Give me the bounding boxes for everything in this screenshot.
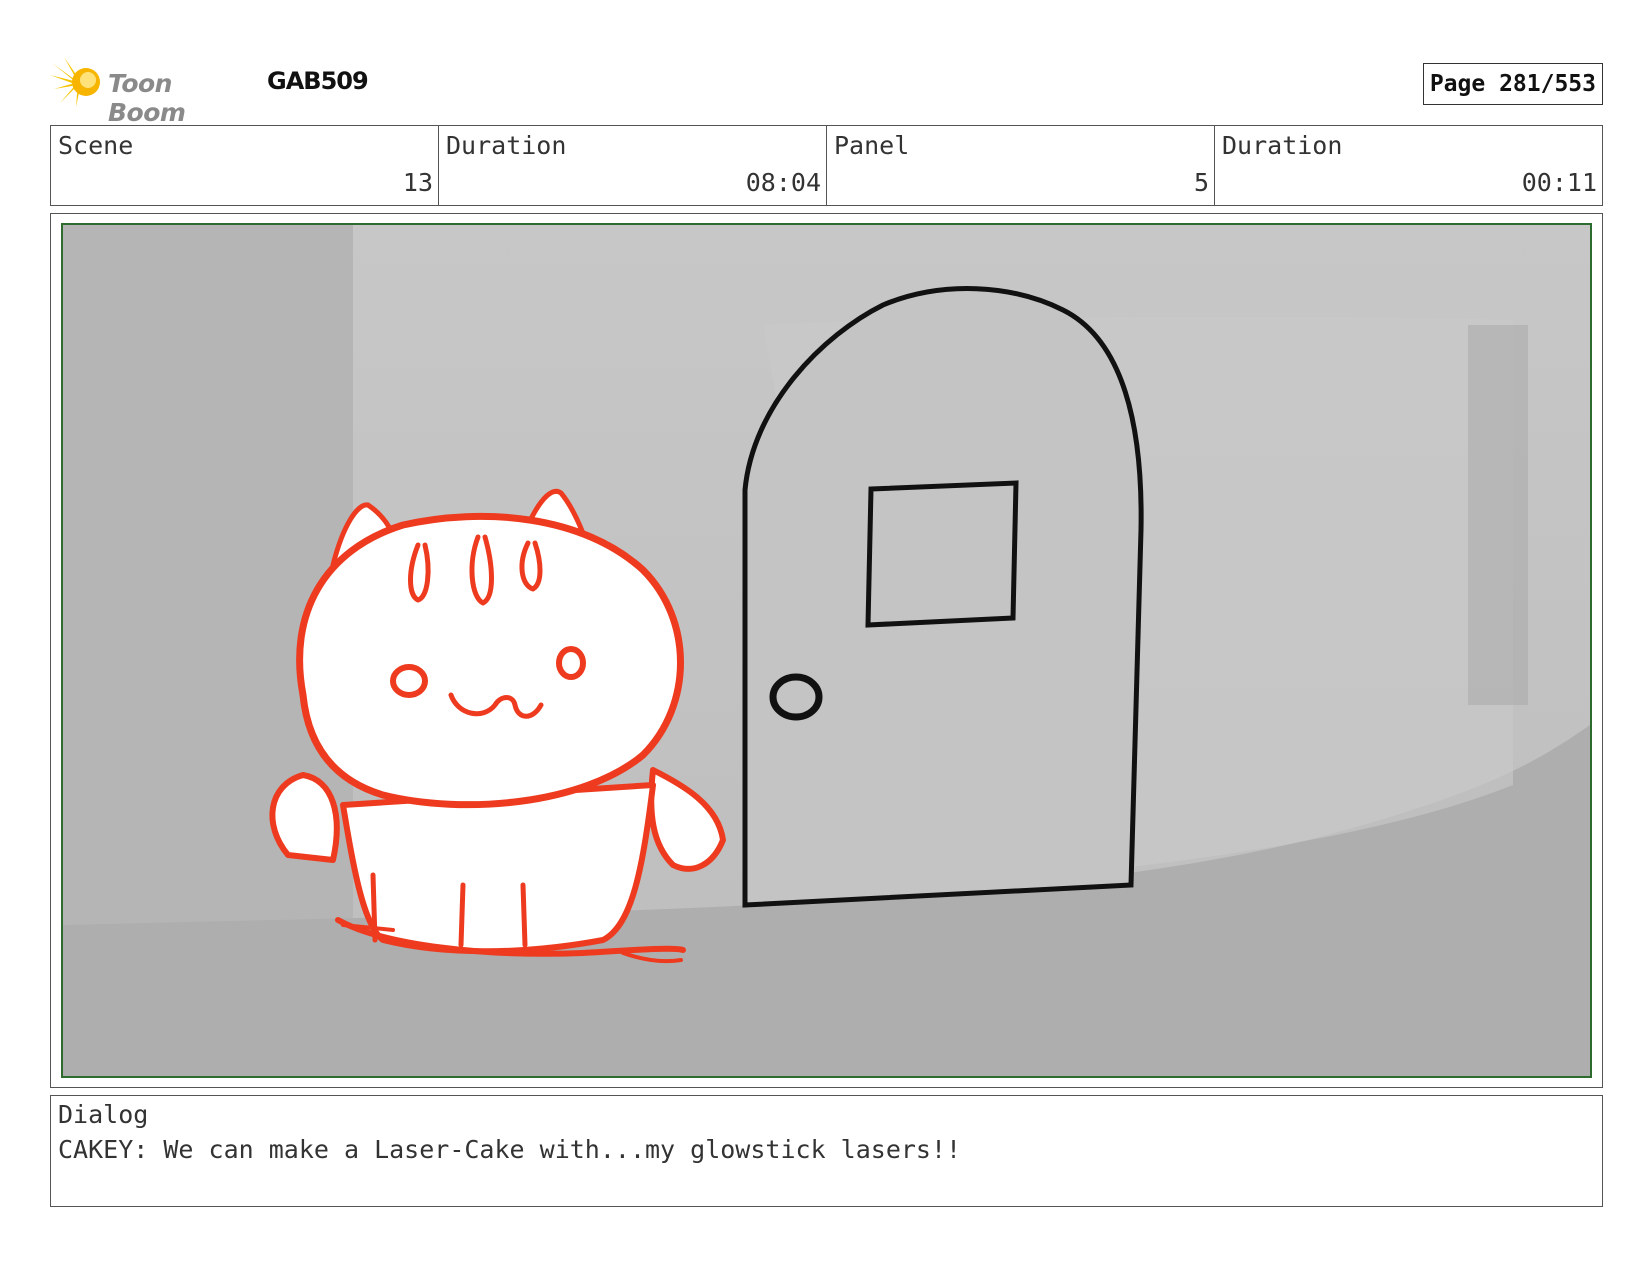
panel-value: 5 — [1193, 168, 1209, 197]
door-sketch — [742, 286, 1144, 908]
panel-duration-cell: Duration 00:11 — [1215, 126, 1602, 205]
panel-cell: Panel 5 — [827, 126, 1215, 205]
scene-duration-cell: Duration 08:04 — [439, 126, 827, 205]
panel-duration-label: Duration — [1222, 131, 1343, 160]
scene-cell: Scene 13 — [51, 126, 439, 205]
panel-duration-value: 00:11 — [1521, 168, 1597, 197]
dialog-text: CAKEY: We can make a Laser-Cake with...m… — [58, 1135, 962, 1164]
scene-label: Scene — [58, 131, 134, 160]
panel-label: Panel — [834, 131, 910, 160]
right-pillar — [1468, 325, 1528, 705]
dialog-box: Dialog CAKEY: We can make a Laser-Cake w… — [50, 1095, 1603, 1207]
project-code: GAB509 — [267, 67, 369, 95]
scene-duration-label: Duration — [446, 131, 567, 160]
scene-value: 13 — [402, 168, 433, 197]
dialog-label: Dialog — [58, 1100, 149, 1129]
toon-boom-logo: Toon Boom — [50, 55, 250, 127]
scene-info-table: Scene 13 Duration 08:04 Panel 5 Duration… — [50, 125, 1603, 206]
page-header: Toon Boom GAB509 Page 281/553 — [50, 55, 1603, 127]
panel-sketch — [63, 225, 1590, 1076]
logo-text: Toon Boom — [108, 69, 186, 127]
storyboard-panel — [50, 213, 1603, 1088]
page-counter: Page 281/553 — [1422, 63, 1603, 105]
starburst-icon — [50, 57, 100, 107]
panel-drawing-area — [61, 223, 1592, 1078]
scene-duration-value: 08:04 — [745, 168, 821, 197]
